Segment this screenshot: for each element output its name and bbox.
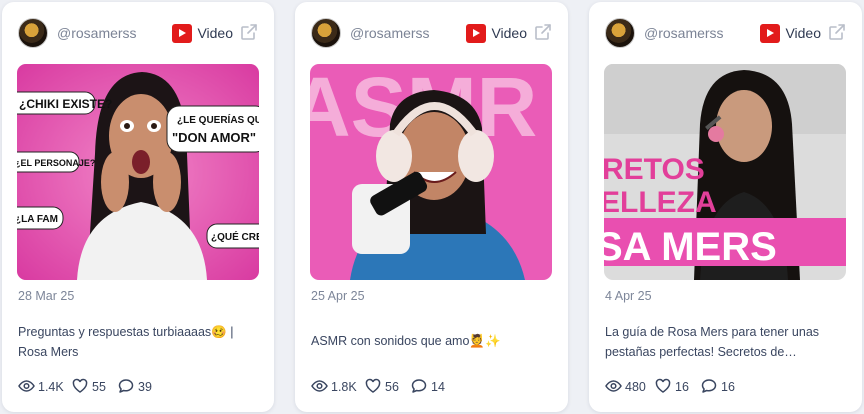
heart-icon: [72, 378, 88, 393]
video-thumbnail[interactable]: ASMR: [310, 64, 552, 280]
platform-label: Video: [785, 25, 821, 41]
account-handle[interactable]: @rosamerss: [350, 25, 430, 41]
thumbnail-caption: ¿LA FAM: [17, 214, 58, 225]
platform-label: Video: [491, 25, 527, 41]
post-date: 28 Mar 25: [18, 289, 75, 303]
comments-count: 16: [721, 380, 735, 394]
eye-icon: [311, 380, 328, 392]
comment-icon: [411, 379, 427, 393]
video-thumbnail[interactable]: RETOS ELLEZA SA MERS: [604, 64, 846, 280]
card-header: @rosamerss Video: [605, 18, 846, 48]
likes-count: 16: [675, 380, 689, 394]
heart-icon: [365, 378, 381, 393]
comments-count: 14: [431, 380, 445, 394]
card-header: @rosamerss Video: [311, 18, 552, 48]
video-thumbnail[interactable]: ¿CHIKI EXISTE? ¿LE QUERÍAS QUE "DON AMOR…: [17, 64, 259, 280]
youtube-icon: [172, 24, 192, 43]
youtube-icon: [760, 24, 780, 43]
thumbnail-caption: ELLEZA: [604, 186, 717, 219]
thumbnail-caption: ¿CHIKI EXISTE?: [19, 97, 112, 111]
comment-icon: [118, 379, 134, 393]
post-card[interactable]: @rosamerss Video ASMR 25 Apr 25 ASMR con…: [295, 2, 568, 412]
external-link-icon[interactable]: [828, 23, 846, 41]
post-description: La guía de Rosa Mers para tener unas pes…: [605, 325, 820, 359]
post-date: 25 Apr 25: [311, 289, 365, 303]
views-count: 480: [625, 380, 646, 394]
avatar[interactable]: [311, 18, 341, 48]
thumbnail-caption: ¿QUÉ CREA: [211, 230, 259, 243]
comments-count: 39: [138, 380, 152, 394]
post-card[interactable]: @rosamerss Video RETOS ELLEZA SA MERS 4 …: [589, 2, 862, 412]
thumbnail-caption: ¿LE QUERÍAS QUE: [177, 113, 259, 126]
youtube-icon: [466, 24, 486, 43]
heart-icon: [655, 378, 671, 393]
likes-count: 55: [92, 380, 106, 394]
views-count: 1.4K: [38, 380, 64, 394]
post-description: Preguntas y respuestas turbiaaaas🥴 | Ros…: [18, 325, 234, 359]
card-header: @rosamerss Video: [18, 18, 258, 48]
avatar[interactable]: [605, 18, 635, 48]
thumbnail-caption: "DON AMOR" A: [172, 130, 259, 145]
account-handle[interactable]: @rosamerss: [644, 25, 724, 41]
account-handle[interactable]: @rosamerss: [57, 25, 137, 41]
external-link-icon[interactable]: [534, 23, 552, 41]
post-description: ASMR con sonidos que amo💆✨: [311, 334, 501, 348]
external-link-icon[interactable]: [240, 23, 258, 41]
thumbnail-caption: RETOS: [604, 153, 705, 186]
eye-icon: [18, 380, 35, 392]
likes-count: 56: [385, 380, 399, 394]
comment-icon: [701, 379, 717, 393]
eye-icon: [605, 380, 622, 392]
post-date: 4 Apr 25: [605, 289, 652, 303]
avatar[interactable]: [18, 18, 48, 48]
thumbnail-caption: SA MERS: [604, 225, 777, 269]
thumbnail-caption: ¿EL PERSONAJE?: [17, 158, 95, 168]
post-card[interactable]: @rosamerss Video ¿CHIKI EXISTE? ¿LE QUER…: [2, 2, 274, 412]
platform-label: Video: [197, 25, 233, 41]
views-count: 1.8K: [331, 380, 357, 394]
